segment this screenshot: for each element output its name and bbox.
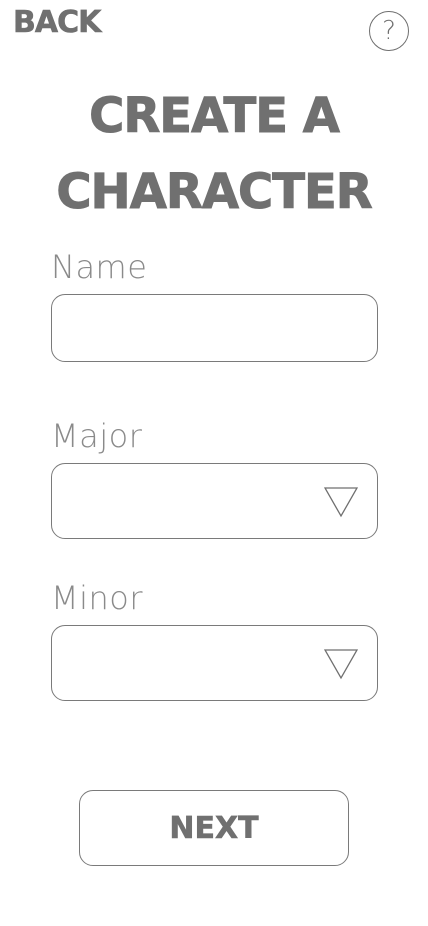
page-title: CREATE A CHARACTER — [0, 78, 428, 230]
triangle-down-icon — [324, 487, 358, 518]
name-input[interactable] — [51, 294, 378, 362]
name-label: Name — [51, 248, 148, 286]
page-title-line-1: CREATE A — [89, 88, 341, 145]
help-button[interactable]: ? — [369, 11, 409, 51]
next-button[interactable]: NEXT — [79, 790, 349, 866]
triangle-down-icon — [324, 649, 358, 680]
major-label: Major — [51, 417, 143, 455]
page-title-line-2: CHARACTER — [56, 164, 373, 221]
major-select[interactable] — [51, 463, 378, 539]
next-button-label: NEXT — [169, 810, 259, 846]
minor-label: Minor — [51, 579, 144, 617]
back-button[interactable]: BACK — [13, 7, 102, 38]
question-mark-icon: ? — [382, 16, 396, 46]
minor-select[interactable] — [51, 625, 378, 701]
